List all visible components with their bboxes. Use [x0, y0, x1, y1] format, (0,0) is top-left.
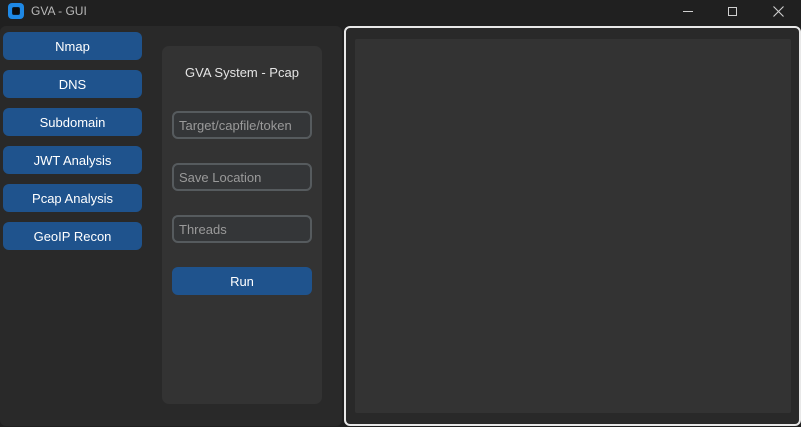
close-icon: [772, 5, 784, 17]
window-title: GVA - GUI: [31, 4, 87, 18]
minimize-button[interactable]: [665, 0, 711, 22]
form-title: GVA System - Pcap: [185, 65, 299, 80]
output-panel: [344, 26, 801, 426]
target-input[interactable]: [172, 111, 312, 139]
save-location-input[interactable]: [172, 163, 312, 191]
tool-form: GVA System - Pcap Run: [162, 46, 322, 404]
title-bar[interactable]: GVA - GUI: [0, 0, 801, 22]
run-button[interactable]: Run: [172, 267, 312, 295]
app-window: GVA - GUI Nmap DNS Subdomain JWT Analysi…: [0, 0, 801, 427]
output-textbox[interactable]: [355, 39, 791, 413]
maximize-icon: [727, 6, 737, 16]
threads-input[interactable]: [172, 215, 312, 243]
dns-button[interactable]: DNS: [3, 70, 142, 98]
nmap-button[interactable]: Nmap: [3, 32, 142, 60]
maximize-button[interactable]: [709, 0, 755, 22]
geoip-recon-button[interactable]: GeoIP Recon: [3, 222, 142, 250]
jwt-analysis-button[interactable]: JWT Analysis: [3, 146, 142, 174]
close-button[interactable]: [755, 0, 801, 22]
app-icon: [8, 3, 24, 19]
minimize-icon: [683, 10, 693, 12]
subdomain-button[interactable]: Subdomain: [3, 108, 142, 136]
pcap-analysis-button[interactable]: Pcap Analysis: [3, 184, 142, 212]
